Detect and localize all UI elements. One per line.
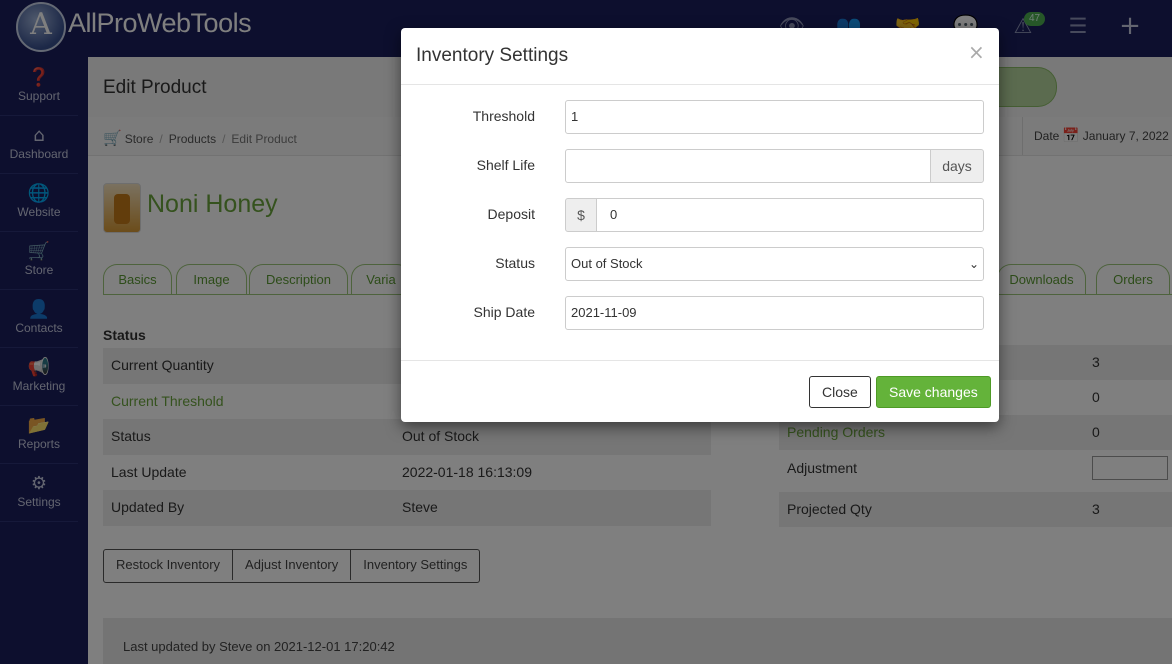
ship-date-label: Ship Date: [473, 304, 535, 320]
shelf-life-input[interactable]: [565, 149, 931, 183]
days-addon: days: [930, 149, 984, 183]
dollar-addon: $: [565, 198, 597, 232]
close-button[interactable]: Close: [809, 376, 871, 408]
chevron-down-icon: ⌄: [969, 257, 980, 271]
ship-date-input[interactable]: 2021-11-09: [565, 296, 984, 330]
modal-header: Inventory Settings ×: [401, 28, 999, 85]
status-label: Status: [495, 255, 535, 271]
deposit-input[interactable]: 0: [596, 198, 984, 232]
inventory-settings-modal: Inventory Settings × Threshold 1 Shelf L…: [401, 28, 999, 422]
threshold-row: Threshold 1: [401, 100, 999, 134]
deposit-label: Deposit: [487, 206, 535, 222]
modal-footer: Close Save changes: [401, 360, 999, 423]
status-select[interactable]: Out of Stock: [565, 247, 984, 281]
close-icon[interactable]: ×: [968, 40, 985, 64]
deposit-row: Deposit $ 0: [401, 198, 999, 232]
shelf-life-label: Shelf Life: [476, 157, 535, 173]
threshold-input[interactable]: 1: [565, 100, 984, 134]
ship-date-row: Ship Date 2021-11-09: [401, 296, 999, 330]
shelf-life-row: Shelf Life days: [401, 149, 999, 183]
threshold-label: Threshold: [472, 108, 535, 124]
save-changes-button[interactable]: Save changes: [876, 376, 991, 408]
modal-title: Inventory Settings: [416, 45, 569, 66]
status-row: Status Out of Stock ⌄: [401, 247, 999, 281]
